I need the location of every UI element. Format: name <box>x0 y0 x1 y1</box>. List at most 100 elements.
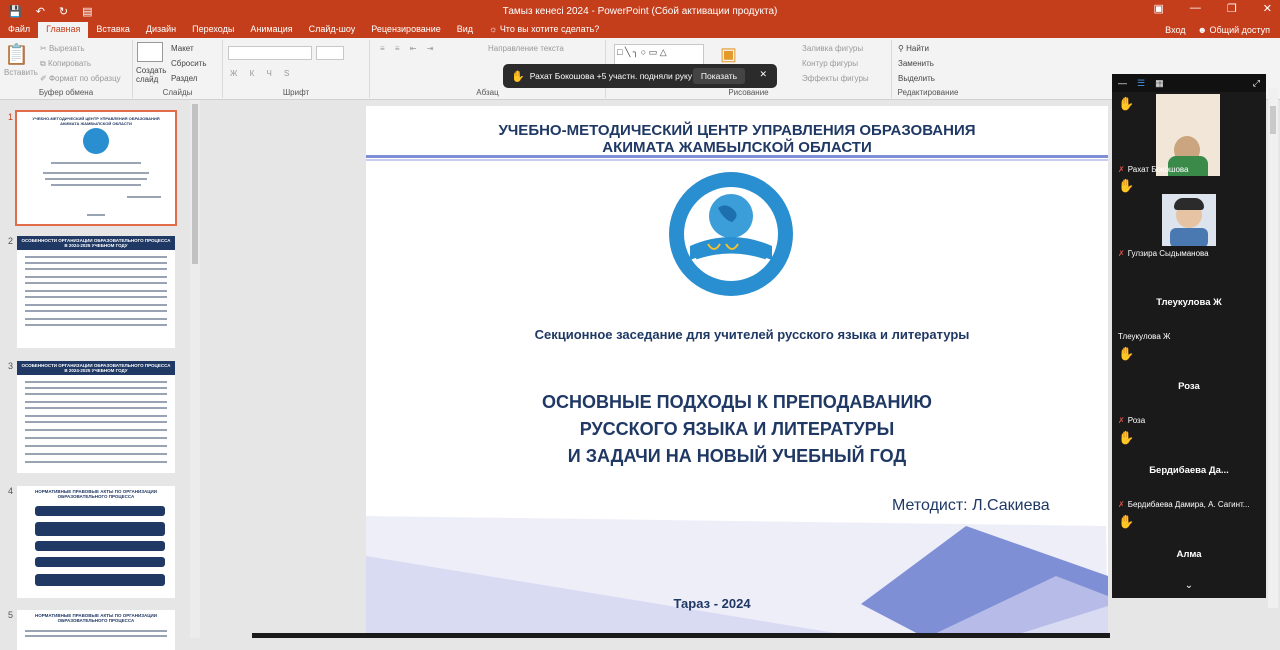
tell-me-box[interactable]: ☼ Что вы хотите сделать? <box>481 22 607 38</box>
tab-animations[interactable]: Анимация <box>242 22 300 38</box>
expand-icon[interactable]: ⤢ <box>1253 78 1260 89</box>
tab-view[interactable]: Вид <box>449 22 481 38</box>
font-group: Ж К Ч S Шрифт <box>223 40 370 98</box>
thumb-title: НОРМАТИВНЫЕ ПРАВОВЫЕ АКТЫ ПО ОРГАНИЗАЦИИ… <box>34 489 158 499</box>
thumb-number: 5 <box>8 610 14 620</box>
replace-button[interactable]: Заменить <box>898 59 934 68</box>
new-slide-button[interactable]: Создать слайд <box>136 66 170 84</box>
thumb-title: ОСОБЕННОСТИ ОРГАНИЗАЦИИ ОБРАЗОВАТЕЛЬНОГО… <box>17 236 175 250</box>
signin-link[interactable]: Вход <box>1165 25 1185 35</box>
close-icon[interactable]: ✕ <box>1263 2 1272 15</box>
raised-hand-icon: ✋ <box>1118 346 1135 361</box>
slides-group: Создать слайд Макет Сбросить Раздел Слай… <box>133 40 223 98</box>
slide-title-line3: И ЗАДАЧИ НА НОВЫЙ УЧЕБНЫЙ ГОД <box>567 446 907 466</box>
tab-design[interactable]: Дизайн <box>138 22 184 38</box>
mic-muted-icon: ✗ <box>1118 249 1125 258</box>
raised-hand-icon: ✋ <box>1118 430 1135 445</box>
slide-title-line1: ОСНОВНЫЕ ПОДХОДЫ К ПРЕПОДАВАНИЮ <box>542 392 932 412</box>
layout-icon[interactable]: ☰ <box>1137 78 1145 89</box>
font-size-field[interactable] <box>316 46 344 60</box>
slide-thumbnail-3[interactable]: ОСОБЕННОСТИ ОРГАНИЗАЦИИ ОБРАЗОВАТЕЛЬНОГО… <box>17 361 175 473</box>
grid-icon[interactable]: ▦ <box>1155 78 1164 89</box>
slide-thumbnails-pane: 1 УЧЕБНО-МЕТОДИЧЕСКИЙ ЦЕНТР УПРАВЛЕНИЯ О… <box>0 100 188 650</box>
participant-name-3: Тлеукулова Ж <box>1118 332 1171 341</box>
slide-thumbnail-4[interactable]: НОРМАТИВНЫЕ ПРАВОВЫЕ АКТЫ ПО ОРГАНИЗАЦИИ… <box>17 486 175 598</box>
save-icon[interactable]: 💾 <box>8 5 22 18</box>
tab-file[interactable]: Файл <box>0 22 38 38</box>
chevron-down-icon[interactable]: ⌄ <box>1112 580 1266 591</box>
scrollbar-thumb[interactable] <box>1270 106 1276 134</box>
logo-thumb <box>83 128 109 154</box>
gallery-toolbar: — ☰ ▦ ⤢ <box>1112 74 1266 92</box>
lightbulb-icon: ☼ <box>489 24 500 34</box>
brush-icon: ✐ <box>40 74 49 83</box>
slide-vertical-scrollbar[interactable] <box>1268 88 1278 608</box>
font-format-buttons[interactable]: Ж К Ч S <box>230 69 294 78</box>
share-button[interactable]: ☻ Общий доступ <box>1198 25 1270 35</box>
slides-group-label: Слайды <box>162 88 193 97</box>
participant-video-1 <box>1156 94 1220 176</box>
paste-button[interactable]: Вставить <box>4 68 38 77</box>
font-name-field[interactable] <box>228 46 312 60</box>
minimize-icon[interactable]: — <box>1190 2 1201 15</box>
undo-icon[interactable]: ↶ <box>36 5 45 18</box>
list-buttons[interactable]: ≡ ≡ ⇤ ⇥ <box>380 44 437 53</box>
text-direction-button[interactable]: Направление текста <box>488 44 564 53</box>
restore-icon[interactable]: ❐ <box>1227 2 1237 15</box>
tab-review[interactable]: Рецензирование <box>363 22 449 38</box>
clipboard-group: 📋 Вставить ✂ Вырезать ⧉ Копировать ✐ Фор… <box>0 40 133 98</box>
thumbnails-scrollbar[interactable] <box>190 100 200 638</box>
taskbar-strip <box>252 633 1110 638</box>
present-icon[interactable]: ▤ <box>82 5 92 18</box>
ribbon-display-icon[interactable]: ▣ <box>1154 2 1164 15</box>
shape-effects-button[interactable]: Эффекты фигуры <box>802 74 869 83</box>
participant-name-1: ✗ Рахат Бокошова <box>1118 165 1189 174</box>
participant-tile-6: Алма <box>1176 549 1202 560</box>
close-icon[interactable]: ✕ <box>759 69 767 80</box>
select-button[interactable]: Выделить <box>898 74 935 83</box>
font-group-label: Шрифт <box>282 88 310 97</box>
slide-header-line2: АКИМАТА ЖАМБЫЛСКОЙ ОБЛАСТИ <box>602 139 872 156</box>
show-button[interactable]: Показать <box>693 68 745 84</box>
tab-slideshow[interactable]: Слайд-шоу <box>301 22 364 38</box>
scrollbar-thumb[interactable] <box>192 104 198 264</box>
copy-icon: ⧉ <box>40 59 48 68</box>
format-painter-button[interactable]: ✐ Формат по образцу <box>40 74 121 83</box>
new-slide-icon <box>137 42 163 62</box>
quick-access-toolbar: 💾 ↶ ↻ ▤ <box>0 5 93 18</box>
find-button[interactable]: ⚲ Найти <box>898 44 929 53</box>
slide-thumbnail-1[interactable]: УЧЕБНО-МЕТОДИЧЕСКИЙ ЦЕНТР УПРАВЛЕНИЯ ОБР… <box>15 110 177 226</box>
redo-icon[interactable]: ↻ <box>59 5 68 18</box>
raised-hand-icon: ✋ <box>1118 178 1135 193</box>
tab-transitions[interactable]: Переходы <box>184 22 242 38</box>
organization-logo <box>669 172 793 296</box>
slide-canvas[interactable]: УЧЕБНО-МЕТОДИЧЕСКИЙ ЦЕНТР УПРАВЛЕНИЯ ОБР… <box>366 106 1108 638</box>
tab-insert[interactable]: Вставка <box>88 22 137 38</box>
participant-tile-5: Бердибаева Да... <box>1149 465 1229 476</box>
section-button[interactable]: Раздел <box>171 74 197 83</box>
copy-button[interactable]: ⧉ Копировать <box>40 59 91 69</box>
slide-subtitle: Секционное заседание для учителей русско… <box>534 327 970 342</box>
video-gallery-panel: — ☰ ▦ ⤢ ✋ ✗ Рахат Бокошова ✋ ✗ Гулзира Сыд… <box>1112 74 1266 598</box>
layout-button[interactable]: Макет <box>171 44 194 53</box>
slide-footer: Тараз - 2024 <box>673 596 751 611</box>
participant-name-2: ✗ Гулзира Сыдыманова <box>1118 249 1209 258</box>
slide-thumbnail-5[interactable]: НОРМАТИВНЫЕ ПРАВОВЫЕ АКТЫ ПО ОРГАНИЗАЦИИ… <box>17 610 175 650</box>
arrange-icon[interactable]: ▣ <box>720 44 737 65</box>
slide-thumbnail-2[interactable]: ОСОБЕННОСТИ ОРГАНИЗАЦИИ ОБРАЗОВАТЕЛЬНОГО… <box>17 236 175 348</box>
tab-home[interactable]: Главная <box>38 22 89 38</box>
shape-outline-button[interactable]: Контур фигуры <box>802 59 858 68</box>
mic-muted-icon: ✗ <box>1118 165 1125 174</box>
drawing-group-label: Рисование <box>728 88 769 97</box>
cut-button[interactable]: ✂ Вырезать <box>40 44 85 53</box>
minimize-icon[interactable]: — <box>1118 78 1127 88</box>
slide-author: Методист: Л.Сакиева <box>892 497 1050 514</box>
participant-tile-3: Тлеукулова Ж <box>1156 297 1222 308</box>
window-controls: ▣ — ❐ ✕ <box>1154 2 1273 15</box>
paste-icon: 📋 <box>4 44 29 66</box>
raised-hands-toast: ✋ Рахат Бокошова +5 участн. подняли руку… <box>503 64 777 88</box>
reset-button[interactable]: Сбросить <box>171 59 207 68</box>
mic-muted-icon: ✗ <box>1118 416 1125 425</box>
participant-name-5: ✗ Бердибаева Дамира, А. Сагинт... <box>1118 500 1250 509</box>
shape-fill-button[interactable]: Заливка фигуры <box>802 44 863 53</box>
